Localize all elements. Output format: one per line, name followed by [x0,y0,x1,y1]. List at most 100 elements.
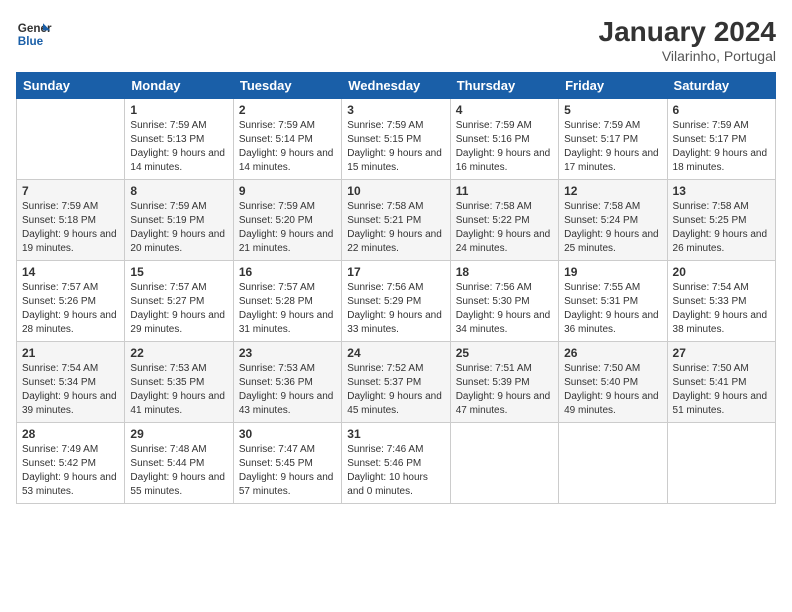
location-subtitle: Vilarinho, Portugal [599,48,776,64]
logo-icon: General Blue [16,16,52,52]
col-saturday: Saturday [667,73,775,99]
calendar-week-row: 1 Sunrise: 7:59 AMSunset: 5:13 PMDayligh… [17,99,776,180]
day-number: 12 [564,184,661,198]
day-number: 29 [130,427,227,441]
day-number: 24 [347,346,444,360]
table-row: 7 Sunrise: 7:59 AMSunset: 5:18 PMDayligh… [17,180,125,261]
col-tuesday: Tuesday [233,73,341,99]
day-info: Sunrise: 7:50 AMSunset: 5:41 PMDaylight:… [673,362,770,418]
table-row: 14 Sunrise: 7:57 AMSunset: 5:26 PMDaylig… [17,261,125,342]
table-row: 27 Sunrise: 7:50 AMSunset: 5:41 PMDaylig… [667,342,775,423]
table-row: 20 Sunrise: 7:54 AMSunset: 5:33 PMDaylig… [667,261,775,342]
day-info: Sunrise: 7:55 AMSunset: 5:31 PMDaylight:… [564,281,661,337]
table-row: 25 Sunrise: 7:51 AMSunset: 5:39 PMDaylig… [450,342,558,423]
day-number: 8 [130,184,227,198]
table-row: 6 Sunrise: 7:59 AMSunset: 5:17 PMDayligh… [667,99,775,180]
table-row: 17 Sunrise: 7:56 AMSunset: 5:29 PMDaylig… [342,261,450,342]
day-info: Sunrise: 7:50 AMSunset: 5:40 PMDaylight:… [564,362,661,418]
calendar-week-row: 21 Sunrise: 7:54 AMSunset: 5:34 PMDaylig… [17,342,776,423]
table-row: 28 Sunrise: 7:49 AMSunset: 5:42 PMDaylig… [17,423,125,504]
title-block: January 2024 Vilarinho, Portugal [599,16,776,64]
day-number: 31 [347,427,444,441]
table-row: 18 Sunrise: 7:56 AMSunset: 5:30 PMDaylig… [450,261,558,342]
table-row: 21 Sunrise: 7:54 AMSunset: 5:34 PMDaylig… [17,342,125,423]
day-number: 28 [22,427,119,441]
day-number: 11 [456,184,553,198]
day-number: 1 [130,103,227,117]
day-info: Sunrise: 7:57 AMSunset: 5:28 PMDaylight:… [239,281,336,337]
day-number: 10 [347,184,444,198]
day-info: Sunrise: 7:59 AMSunset: 5:19 PMDaylight:… [130,200,227,256]
day-info: Sunrise: 7:54 AMSunset: 5:33 PMDaylight:… [673,281,770,337]
table-row: 16 Sunrise: 7:57 AMSunset: 5:28 PMDaylig… [233,261,341,342]
day-info: Sunrise: 7:47 AMSunset: 5:45 PMDaylight:… [239,443,336,499]
calendar-week-row: 14 Sunrise: 7:57 AMSunset: 5:26 PMDaylig… [17,261,776,342]
day-info: Sunrise: 7:56 AMSunset: 5:29 PMDaylight:… [347,281,444,337]
day-number: 9 [239,184,336,198]
table-row: 8 Sunrise: 7:59 AMSunset: 5:19 PMDayligh… [125,180,233,261]
day-number: 14 [22,265,119,279]
table-row: 23 Sunrise: 7:53 AMSunset: 5:36 PMDaylig… [233,342,341,423]
day-number: 18 [456,265,553,279]
day-number: 27 [673,346,770,360]
day-number: 26 [564,346,661,360]
day-info: Sunrise: 7:51 AMSunset: 5:39 PMDaylight:… [456,362,553,418]
day-info: Sunrise: 7:57 AMSunset: 5:27 PMDaylight:… [130,281,227,337]
table-row: 10 Sunrise: 7:58 AMSunset: 5:21 PMDaylig… [342,180,450,261]
day-number: 4 [456,103,553,117]
table-row: 1 Sunrise: 7:59 AMSunset: 5:13 PMDayligh… [125,99,233,180]
table-row: 31 Sunrise: 7:46 AMSunset: 5:46 PMDaylig… [342,423,450,504]
table-row: 11 Sunrise: 7:58 AMSunset: 5:22 PMDaylig… [450,180,558,261]
day-info: Sunrise: 7:57 AMSunset: 5:26 PMDaylight:… [22,281,119,337]
day-info: Sunrise: 7:49 AMSunset: 5:42 PMDaylight:… [22,443,119,499]
day-number: 23 [239,346,336,360]
day-info: Sunrise: 7:59 AMSunset: 5:13 PMDaylight:… [130,119,227,175]
col-wednesday: Wednesday [342,73,450,99]
day-info: Sunrise: 7:59 AMSunset: 5:20 PMDaylight:… [239,200,336,256]
day-info: Sunrise: 7:56 AMSunset: 5:30 PMDaylight:… [456,281,553,337]
table-row: 19 Sunrise: 7:55 AMSunset: 5:31 PMDaylig… [559,261,667,342]
table-row [559,423,667,504]
table-row: 12 Sunrise: 7:58 AMSunset: 5:24 PMDaylig… [559,180,667,261]
day-info: Sunrise: 7:53 AMSunset: 5:36 PMDaylight:… [239,362,336,418]
table-row [667,423,775,504]
day-number: 3 [347,103,444,117]
day-info: Sunrise: 7:48 AMSunset: 5:44 PMDaylight:… [130,443,227,499]
day-info: Sunrise: 7:46 AMSunset: 5:46 PMDaylight:… [347,443,444,499]
day-number: 19 [564,265,661,279]
table-row: 30 Sunrise: 7:47 AMSunset: 5:45 PMDaylig… [233,423,341,504]
day-info: Sunrise: 7:52 AMSunset: 5:37 PMDaylight:… [347,362,444,418]
table-row [450,423,558,504]
table-row: 9 Sunrise: 7:59 AMSunset: 5:20 PMDayligh… [233,180,341,261]
month-year-title: January 2024 [599,16,776,48]
table-row: 22 Sunrise: 7:53 AMSunset: 5:35 PMDaylig… [125,342,233,423]
day-number: 17 [347,265,444,279]
col-friday: Friday [559,73,667,99]
day-number: 5 [564,103,661,117]
calendar-table: Sunday Monday Tuesday Wednesday Thursday… [16,72,776,504]
day-info: Sunrise: 7:59 AMSunset: 5:15 PMDaylight:… [347,119,444,175]
day-info: Sunrise: 7:58 AMSunset: 5:24 PMDaylight:… [564,200,661,256]
col-thursday: Thursday [450,73,558,99]
calendar-week-row: 7 Sunrise: 7:59 AMSunset: 5:18 PMDayligh… [17,180,776,261]
day-number: 16 [239,265,336,279]
day-number: 15 [130,265,227,279]
table-row: 13 Sunrise: 7:58 AMSunset: 5:25 PMDaylig… [667,180,775,261]
day-info: Sunrise: 7:59 AMSunset: 5:17 PMDaylight:… [673,119,770,175]
table-row: 24 Sunrise: 7:52 AMSunset: 5:37 PMDaylig… [342,342,450,423]
day-info: Sunrise: 7:59 AMSunset: 5:17 PMDaylight:… [564,119,661,175]
day-info: Sunrise: 7:58 AMSunset: 5:25 PMDaylight:… [673,200,770,256]
day-number: 30 [239,427,336,441]
day-number: 21 [22,346,119,360]
day-info: Sunrise: 7:59 AMSunset: 5:16 PMDaylight:… [456,119,553,175]
table-row: 15 Sunrise: 7:57 AMSunset: 5:27 PMDaylig… [125,261,233,342]
table-row: 4 Sunrise: 7:59 AMSunset: 5:16 PMDayligh… [450,99,558,180]
table-row: 2 Sunrise: 7:59 AMSunset: 5:14 PMDayligh… [233,99,341,180]
day-number: 2 [239,103,336,117]
day-number: 22 [130,346,227,360]
day-info: Sunrise: 7:59 AMSunset: 5:14 PMDaylight:… [239,119,336,175]
table-row: 5 Sunrise: 7:59 AMSunset: 5:17 PMDayligh… [559,99,667,180]
logo: General Blue [16,16,52,52]
day-info: Sunrise: 7:59 AMSunset: 5:18 PMDaylight:… [22,200,119,256]
day-info: Sunrise: 7:53 AMSunset: 5:35 PMDaylight:… [130,362,227,418]
